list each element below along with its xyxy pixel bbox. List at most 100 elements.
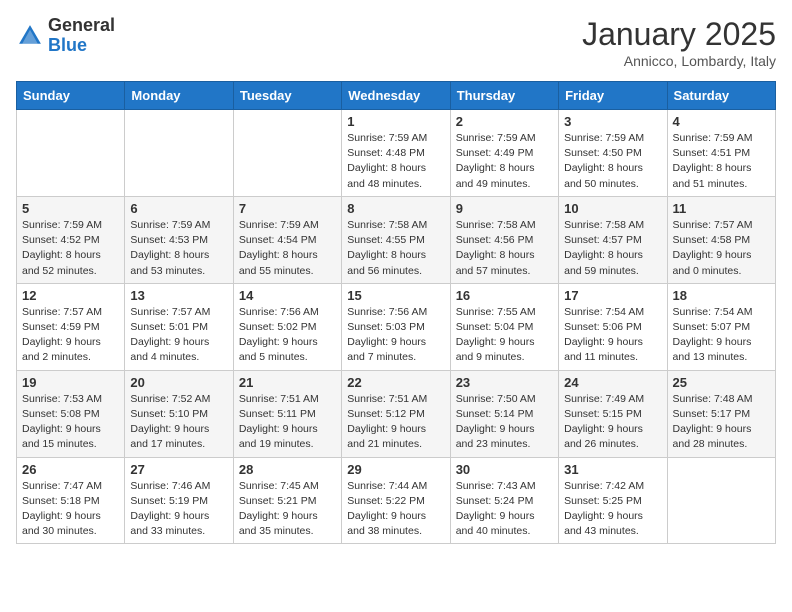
day-number: 24 [564,375,661,390]
calendar-cell: 19Sunrise: 7:53 AM Sunset: 5:08 PM Dayli… [17,370,125,457]
day-number: 10 [564,201,661,216]
weekday-header-friday: Friday [559,82,667,110]
day-info: Sunrise: 7:59 AM Sunset: 4:54 PM Dayligh… [239,218,336,279]
day-number: 4 [673,114,770,129]
day-info: Sunrise: 7:43 AM Sunset: 5:24 PM Dayligh… [456,479,553,540]
day-info: Sunrise: 7:57 AM Sunset: 4:58 PM Dayligh… [673,218,770,279]
day-number: 28 [239,462,336,477]
day-number: 30 [456,462,553,477]
day-number: 8 [347,201,444,216]
calendar-cell: 31 Sunrise: 7:42 AM Sunset: 5:25 PM Dayli… [559,457,667,544]
day-info: Sunrise: 7:59 AM Sunset: 4:49 PM Dayligh… [456,131,553,192]
day-info: Sunrise: 7:56 AM Sunset: 5:02 PM Dayligh… [239,305,336,366]
day-number: 31 [564,462,661,477]
weekday-header-row: SundayMondayTuesdayWednesdayThursdayFrid… [17,82,776,110]
calendar-cell [17,110,125,197]
day-info: Sunrise: 7:58 AM Sunset: 4:57 PM Dayligh… [564,218,661,279]
month-title: January 2025 [582,16,776,53]
day-number: 6 [130,201,227,216]
calendar-cell: 2 Sunrise: 7:59 AM Sunset: 4:49 PM Daylig… [450,110,558,197]
weekday-header-monday: Monday [125,82,233,110]
day-number: 9 [456,201,553,216]
day-info: Sunrise: 7:54 AM Sunset: 5:07 PM Dayligh… [673,305,770,366]
weekday-header-saturday: Saturday [667,82,775,110]
day-info: Sunrise: 7:58 AM Sunset: 4:55 PM Dayligh… [347,218,444,279]
day-number: 15 [347,288,444,303]
calendar-cell: 30 Sunrise: 7:43 AM Sunset: 5:24 PM Dayli… [450,457,558,544]
calendar-cell: 12 Sunrise: 7:57 AM Sunset: 4:59 PM Dayli… [17,283,125,370]
calendar-cell: 28 Sunrise: 7:45 AM Sunset: 5:21 PM Dayli… [233,457,341,544]
day-info: Sunrise: 7:58 AM Sunset: 4:56 PM Dayligh… [456,218,553,279]
day-info: Sunrise: 7:54 AM Sunset: 5:06 PM Dayligh… [564,305,661,366]
day-number: 2 [456,114,553,129]
day-info: Sunrise: 7:57 AM Sunset: 4:59 PM Dayligh… [22,305,119,366]
calendar-cell: 5 Sunrise: 7:59 AM Sunset: 4:52 PM Daylig… [17,196,125,283]
calendar-cell [233,110,341,197]
logo: General Blue [16,16,115,56]
calendar-cell: 23 Sunrise: 7:50 AM Sunset: 5:14 PM Dayli… [450,370,558,457]
day-info: Sunrise: 7:59 AM Sunset: 4:52 PM Dayligh… [22,218,119,279]
calendar-cell: 1 Sunrise: 7:59 AM Sunset: 4:48 PM Daylig… [342,110,450,197]
day-info: Sunrise: 7:44 AM Sunset: 5:22 PM Dayligh… [347,479,444,540]
day-info: Sunrise: 7:50 AM Sunset: 5:14 PM Dayligh… [456,392,553,453]
calendar-week-4: 19Sunrise: 7:53 AM Sunset: 5:08 PM Dayli… [17,370,776,457]
weekday-header-thursday: Thursday [450,82,558,110]
day-info: Sunrise: 7:48 AM Sunset: 5:17 PM Dayligh… [673,392,770,453]
calendar-cell: 8 Sunrise: 7:58 AM Sunset: 4:55 PM Daylig… [342,196,450,283]
day-number: 16 [456,288,553,303]
calendar-cell: 20 Sunrise: 7:52 AM Sunset: 5:10 PM Dayli… [125,370,233,457]
weekday-header-sunday: Sunday [17,82,125,110]
calendar-cell: 9 Sunrise: 7:58 AM Sunset: 4:56 PM Daylig… [450,196,558,283]
day-number: 1 [347,114,444,129]
day-number: 17 [564,288,661,303]
calendar-cell [667,457,775,544]
calendar-week-3: 12 Sunrise: 7:57 AM Sunset: 4:59 PM Dayli… [17,283,776,370]
day-info: Sunrise: 7:59 AM Sunset: 4:53 PM Dayligh… [130,218,227,279]
day-info: Sunrise: 7:47 AM Sunset: 5:18 PM Dayligh… [22,479,119,540]
day-info: Sunrise: 7:45 AM Sunset: 5:21 PM Dayligh… [239,479,336,540]
day-number: 27 [130,462,227,477]
day-info: Sunrise: 7:59 AM Sunset: 4:48 PM Dayligh… [347,131,444,192]
day-info: Sunrise: 7:51 AM Sunset: 5:12 PM Dayligh… [347,392,444,453]
calendar-cell: 3 Sunrise: 7:59 AM Sunset: 4:50 PM Daylig… [559,110,667,197]
day-info: Sunrise: 7:59 AM Sunset: 4:50 PM Dayligh… [564,131,661,192]
calendar-cell: 21Sunrise: 7:51 AM Sunset: 5:11 PM Dayli… [233,370,341,457]
day-info: Sunrise: 7:57 AM Sunset: 5:01 PM Dayligh… [130,305,227,366]
day-number: 21 [239,375,336,390]
day-info: Sunrise: 7:53 AM Sunset: 5:08 PM Dayligh… [22,392,119,453]
calendar-cell: 24 Sunrise: 7:49 AM Sunset: 5:15 PM Dayli… [559,370,667,457]
day-number: 14 [239,288,336,303]
calendar-cell: 25 Sunrise: 7:48 AM Sunset: 5:17 PM Dayli… [667,370,775,457]
location-text: Annicco, Lombardy, Italy [582,53,776,69]
logo-blue-text: Blue [48,35,87,55]
calendar-cell: 7Sunrise: 7:59 AM Sunset: 4:54 PM Daylig… [233,196,341,283]
day-number: 11 [673,201,770,216]
day-number: 18 [673,288,770,303]
calendar-cell: 4 Sunrise: 7:59 AM Sunset: 4:51 PM Daylig… [667,110,775,197]
calendar-cell: 6 Sunrise: 7:59 AM Sunset: 4:53 PM Daylig… [125,196,233,283]
page-header: General Blue January 2025 Annicco, Lomba… [16,16,776,69]
day-number: 12 [22,288,119,303]
day-number: 22 [347,375,444,390]
calendar-cell: 18 Sunrise: 7:54 AM Sunset: 5:07 PM Dayli… [667,283,775,370]
day-info: Sunrise: 7:59 AM Sunset: 4:51 PM Dayligh… [673,131,770,192]
calendar-cell [125,110,233,197]
day-number: 25 [673,375,770,390]
calendar-cell: 14 Sunrise: 7:56 AM Sunset: 5:02 PM Dayli… [233,283,341,370]
calendar-week-2: 5 Sunrise: 7:59 AM Sunset: 4:52 PM Daylig… [17,196,776,283]
day-number: 3 [564,114,661,129]
day-info: Sunrise: 7:49 AM Sunset: 5:15 PM Dayligh… [564,392,661,453]
calendar-cell: 27Sunrise: 7:46 AM Sunset: 5:19 PM Dayli… [125,457,233,544]
weekday-header-wednesday: Wednesday [342,82,450,110]
calendar-cell: 10 Sunrise: 7:58 AM Sunset: 4:57 PM Dayli… [559,196,667,283]
day-number: 20 [130,375,227,390]
calendar-cell: 16Sunrise: 7:55 AM Sunset: 5:04 PM Dayli… [450,283,558,370]
calendar-cell: 11 Sunrise: 7:57 AM Sunset: 4:58 PM Dayli… [667,196,775,283]
calendar-cell: 17 Sunrise: 7:54 AM Sunset: 5:06 PM Dayli… [559,283,667,370]
calendar-cell: 15Sunrise: 7:56 AM Sunset: 5:03 PM Dayli… [342,283,450,370]
day-info: Sunrise: 7:52 AM Sunset: 5:10 PM Dayligh… [130,392,227,453]
day-number: 23 [456,375,553,390]
day-number: 5 [22,201,119,216]
day-info: Sunrise: 7:42 AM Sunset: 5:25 PM Dayligh… [564,479,661,540]
calendar-cell: 26Sunrise: 7:47 AM Sunset: 5:18 PM Dayli… [17,457,125,544]
